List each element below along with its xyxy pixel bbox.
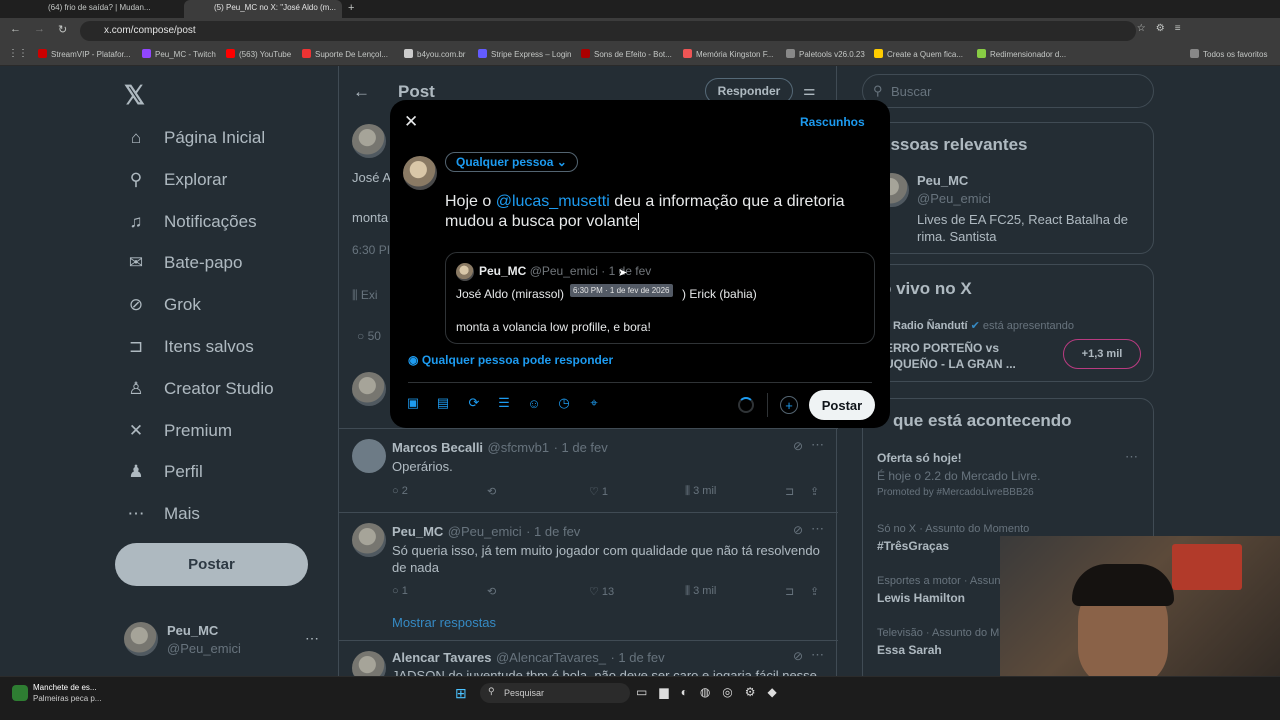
windows-taskbar: Manchete de es... Palmeiras peca p... ⊞ … [0, 676, 1280, 720]
bookmark-item[interactable]: Peu_MC - Twitch [142, 49, 216, 59]
bookmark-item[interactable]: (563) YouTube [226, 49, 291, 59]
quote-author: Peu_MC [479, 264, 527, 278]
bookmark-item[interactable]: b4you.com.br [404, 49, 465, 59]
poster-image [1172, 544, 1242, 590]
location-icon[interactable]: ⌖ [586, 395, 602, 411]
bookmarks-bar: ⋮⋮ StreamVIP - Platafor... Peu_MC - Twit… [0, 44, 1280, 66]
bookmark-item[interactable]: Memória Kingston F... [683, 49, 773, 59]
search-icon: ⚲ [488, 686, 495, 696]
bookmark-item[interactable]: Redimensionador d... [977, 49, 1066, 59]
poll-icon[interactable]: ☰ [496, 395, 512, 411]
person-hair [1072, 564, 1174, 606]
bookmark-item[interactable]: Sons de Efeito - Bot... [581, 49, 672, 59]
emoji-icon[interactable]: ☺ [526, 395, 542, 411]
character-progress-icon [738, 397, 754, 413]
forward-icon[interactable]: → [34, 23, 45, 35]
new-tab-icon[interactable]: + [348, 2, 354, 14]
reload-icon[interactable]: ↻ [58, 23, 67, 36]
news-subtitle: Palmeiras peca p... [33, 694, 102, 703]
drafts-button[interactable]: Rascunhos [800, 115, 865, 129]
gif-icon[interactable]: ▤ [435, 395, 451, 411]
add-post-icon[interactable]: + [780, 396, 798, 414]
close-icon[interactable]: ✕ [404, 112, 418, 132]
apps-icon[interactable]: ⋮⋮ [8, 48, 28, 59]
bookmark-item[interactable]: Create a Quem fica... [874, 49, 963, 59]
taskbar-search[interactable]: ⚲ Pesquisar [480, 683, 630, 703]
quote-text-part2: ) Erick (bahia) [682, 287, 757, 301]
schedule-icon[interactable]: ◷ [556, 395, 572, 411]
windows-start-icon[interactable]: ⊞ [455, 685, 467, 702]
address-bar[interactable]: x.com/compose/post [80, 21, 1136, 41]
compose-textarea[interactable]: Hoje o @lucas_musetti deu a informação q… [445, 192, 875, 232]
mention-link: @lucas_musetti [495, 193, 610, 210]
divider [767, 393, 768, 417]
quote-text-part1: José Aldo (mirassol) [456, 287, 565, 301]
bookmark-item[interactable]: StreamVIP - Platafor... [38, 49, 130, 59]
mouse-cursor-icon: ➤ [618, 267, 628, 279]
bookmark-item[interactable]: Paletools v26.0.23 [786, 49, 865, 59]
browser-tab-bar: (64) frio de saída? | Mudan... (5) Peu_M… [0, 0, 1280, 18]
reply-permission[interactable]: ◉ Qualquer pessoa pode responder [408, 353, 613, 367]
all-bookmarks[interactable]: Todos os favoritos [1190, 49, 1267, 59]
news-widget-icon[interactable] [12, 685, 28, 701]
quote-handle: @Peu_emici [529, 264, 598, 278]
grok-icon[interactable]: ⟳ [466, 395, 482, 411]
compose-modal: ✕ Rascunhos Qualquer pessoa ⌄ Hoje o @lu… [390, 100, 890, 428]
browser-tab-x[interactable]: (5) Peu_MC no X: "José Aldo (m... [184, 0, 342, 18]
quoted-tweet[interactable]: Peu_MC @Peu_emici · 1 de fev José Aldo (… [445, 252, 875, 344]
quote-text-line2: monta a volancia low profille, e bora! [456, 320, 651, 334]
bookmark-item[interactable]: Stripe Express – Login [478, 49, 572, 59]
timestamp-tooltip: 6:30 PM · 1 de fev de 2026 [570, 284, 673, 297]
audience-selector[interactable]: Qualquer pessoa ⌄ [445, 152, 578, 172]
composer-avatar [403, 156, 437, 190]
back-icon[interactable]: ← [10, 23, 21, 35]
globe-icon: ◉ [408, 353, 419, 367]
image-icon[interactable]: ▣ [405, 395, 421, 411]
divider [408, 382, 872, 383]
chevron-down-icon: ⌄ [556, 155, 567, 169]
bookmark-item[interactable]: Suporte De Lençol... [302, 49, 388, 59]
modal-post-button[interactable]: Postar [809, 390, 875, 420]
avatar [456, 263, 474, 281]
taskbar-app-icons[interactable]: ▭▆◐◍◎⚙◆ [636, 685, 789, 699]
news-title[interactable]: Manchete de es... [33, 683, 97, 692]
browser-tab-youtube[interactable]: (64) frio de saída? | Mudan... [18, 0, 182, 18]
